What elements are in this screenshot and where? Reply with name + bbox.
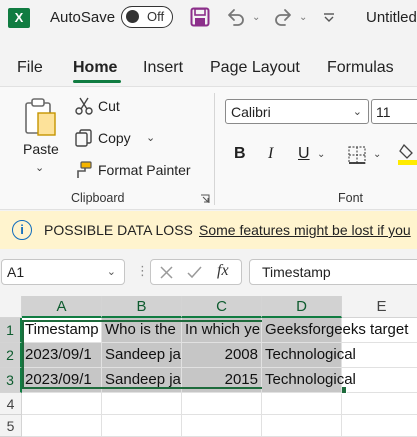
italic-button[interactable]: I (268, 145, 273, 163)
paste-dropdown-icon[interactable]: ⌄ (35, 161, 44, 174)
customize-toolbar-icon[interactable] (322, 11, 336, 25)
undo-icon[interactable] (225, 6, 247, 28)
cell-e5[interactable] (342, 415, 417, 437)
insert-function-button[interactable]: fx (217, 262, 229, 280)
borders-icon[interactable] (347, 145, 367, 165)
ribbon-divider (214, 93, 215, 205)
ribbon-tabs: File Home Insert Page Layout Formulas (0, 50, 417, 86)
tab-insert[interactable]: Insert (143, 59, 183, 77)
underline-dropdown-icon[interactable]: ⌄ (317, 149, 325, 160)
spreadsheet-grid: A B C D E 1 2 3 4 5 Timestamp Who is the… (0, 296, 417, 437)
column-header-b[interactable]: B (102, 296, 182, 318)
format-painter-icon[interactable] (73, 160, 93, 180)
ribbon-home: Paste ⌄ Cut Copy ⌄ Format Painter Clipbo… (0, 86, 417, 210)
font-name-value: Calibri (231, 104, 271, 120)
cell-d1[interactable]: Geeksforgeeks target (262, 318, 408, 343)
column-header-a[interactable]: A (22, 296, 102, 318)
clipboard-launcher-icon[interactable] (200, 194, 210, 204)
cell-b3[interactable]: Sandeep ja (102, 368, 182, 393)
cell-b1[interactable]: Who is the (102, 318, 182, 343)
row-header-2[interactable]: 2 (0, 343, 22, 368)
autosave-state: Off (147, 9, 165, 24)
active-tab-indicator (73, 80, 121, 83)
autosave-toggle[interactable]: Off (121, 6, 173, 28)
formula-input[interactable]: Timestamp (249, 259, 417, 285)
formula-bar: A1 ⌄ ⋮ fx Timestamp (0, 249, 417, 295)
underline-button[interactable]: U (298, 145, 310, 163)
cell-c4[interactable] (182, 393, 262, 415)
cell-a1[interactable]: Timestamp (22, 318, 102, 343)
excel-logo-icon: X (8, 8, 30, 28)
tab-file[interactable]: File (17, 59, 43, 77)
cell-a2[interactable]: 2023/09/1 (22, 343, 102, 368)
cell-c3[interactable]: 2015 (182, 368, 262, 393)
enter-icon[interactable] (186, 265, 203, 280)
copy-icon[interactable] (75, 129, 93, 147)
undo-dropdown-icon[interactable]: ⌄ (252, 12, 260, 23)
cell-b4[interactable] (102, 393, 182, 415)
redo-dropdown-icon[interactable]: ⌄ (299, 12, 307, 23)
cell-a3[interactable]: 2023/09/1 (22, 368, 102, 393)
formula-actions: fx (150, 259, 242, 285)
column-header-d[interactable]: D (262, 296, 342, 318)
redo-icon[interactable] (272, 6, 294, 28)
cell-b5[interactable] (102, 415, 182, 437)
cut-icon[interactable] (75, 97, 93, 115)
bold-button[interactable]: B (234, 145, 246, 163)
cancel-icon[interactable] (159, 265, 174, 280)
data-loss-infobar: i POSSIBLE DATA LOSS Some features might… (0, 211, 417, 249)
cut-button[interactable]: Cut (98, 98, 120, 114)
font-size-value: 11 (376, 104, 391, 120)
document-title: Untitled (366, 9, 417, 26)
column-header-e[interactable]: E (342, 296, 417, 318)
autosave-label: AutoSave (50, 9, 116, 26)
infobar-title: POSSIBLE DATA LOSS (44, 222, 193, 238)
name-box[interactable]: A1 ⌄ (1, 259, 125, 285)
tab-page-layout[interactable]: Page Layout (210, 59, 300, 77)
font-size-select[interactable]: 11 (371, 99, 417, 124)
cell-d4[interactable] (262, 393, 342, 415)
cell-d3[interactable]: Technological (262, 368, 356, 393)
cell-d2[interactable]: Technological (262, 343, 356, 368)
cell-a4[interactable] (22, 393, 102, 415)
select-all-corner[interactable] (0, 296, 22, 318)
row-header-1[interactable]: 1 (0, 318, 22, 343)
save-icon[interactable] (190, 7, 210, 27)
title-bar: X AutoSave Off ⌄ ⌄ Untitled (0, 0, 417, 36)
infobar-message-link[interactable]: Some features might be lost if you (199, 222, 411, 238)
row-header-4[interactable]: 4 (0, 393, 22, 415)
info-icon: i (12, 220, 32, 240)
row-header-3[interactable]: 3 (0, 368, 22, 393)
font-group-label: Font (338, 191, 364, 205)
paste-button[interactable]: Paste (23, 141, 59, 157)
paste-icon[interactable] (24, 97, 58, 137)
copy-dropdown-icon[interactable]: ⌄ (146, 131, 155, 144)
row-header-5[interactable]: 5 (0, 415, 22, 437)
toggle-knob (126, 10, 139, 23)
chevron-down-icon: ⌄ (106, 266, 116, 278)
name-box-value: A1 (7, 264, 25, 280)
font-name-select[interactable]: Calibri ⌄ (225, 99, 369, 124)
format-painter-button[interactable]: Format Painter (98, 162, 191, 178)
cell-c1[interactable]: In which ye (182, 318, 262, 343)
copy-button[interactable]: Copy (98, 130, 131, 146)
borders-dropdown-icon[interactable]: ⌄ (373, 149, 381, 160)
more-options-icon[interactable]: ⋮ (136, 263, 149, 279)
cell-c2[interactable]: 2008 (182, 343, 262, 368)
tab-formulas[interactable]: Formulas (327, 59, 394, 77)
clipboard-group-label: Clipboard (71, 191, 125, 205)
formula-content: Timestamp (262, 264, 331, 280)
cell-d5[interactable] (262, 415, 342, 437)
column-header-c[interactable]: C (182, 296, 262, 318)
tab-home[interactable]: Home (73, 59, 117, 77)
fill-color-icon[interactable] (398, 143, 417, 165)
chevron-down-icon: ⌄ (352, 106, 362, 118)
cell-c5[interactable] (182, 415, 262, 437)
cell-a5[interactable] (22, 415, 102, 437)
cell-e4[interactable] (342, 393, 417, 415)
cell-b2[interactable]: Sandeep ja (102, 343, 182, 368)
